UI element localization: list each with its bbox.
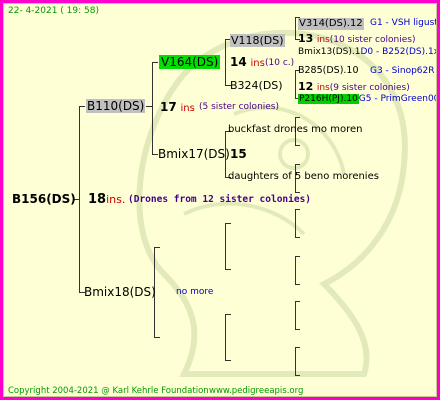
dam-node-name[interactable]: Bmix18(DS) bbox=[84, 286, 156, 298]
b285-node-suffix: G3 - Sinop62R bbox=[370, 66, 435, 76]
connector bbox=[225, 314, 226, 360]
connector bbox=[295, 301, 300, 302]
dam-node-note: no more bbox=[176, 287, 214, 297]
connector bbox=[152, 62, 158, 63]
bmix17-drones-line: buckfast drones mo moren bbox=[228, 124, 363, 135]
v118-node-name[interactable]: V118(DS) bbox=[230, 34, 285, 47]
connector bbox=[295, 209, 296, 237]
connector bbox=[295, 301, 296, 329]
connector bbox=[295, 117, 300, 118]
v164-node-name[interactable]: V164(DS) bbox=[159, 55, 221, 69]
b285-mother-line: P216H(PJ).10G5 - PrimGreen00 bbox=[298, 94, 437, 104]
header-date: 22- 4-2021 ( 19: 58) bbox=[8, 6, 99, 16]
connector bbox=[295, 192, 300, 193]
b285-node-name[interactable]: B285(DS).10 bbox=[298, 66, 359, 76]
connector bbox=[225, 269, 231, 270]
v164-node-count: 14 ins bbox=[230, 55, 265, 69]
v314-node-suffix: G1 - VSH ligusti bbox=[370, 18, 437, 28]
connector bbox=[295, 284, 300, 285]
connector bbox=[295, 70, 296, 98]
bmix17-node-count: 15 bbox=[230, 147, 247, 161]
v314-node-name[interactable]: V314(DS).12 bbox=[298, 18, 364, 30]
connector bbox=[295, 329, 300, 330]
connector bbox=[152, 62, 153, 154]
root-node-count: 18ins. bbox=[88, 192, 126, 207]
connector bbox=[295, 256, 296, 284]
connector bbox=[225, 360, 231, 361]
footer-url[interactable]: www.pedigreeapis.org bbox=[209, 387, 303, 396]
sire-node-name[interactable]: B110(DS) bbox=[86, 99, 146, 113]
connector bbox=[295, 347, 296, 375]
connector bbox=[225, 39, 226, 85]
connector bbox=[154, 337, 160, 338]
connector bbox=[295, 145, 300, 146]
sire-node-count: 17 ins bbox=[160, 100, 195, 114]
connector bbox=[295, 17, 296, 39]
connector bbox=[295, 256, 300, 257]
b324-node-name[interactable]: B324(DS) bbox=[230, 80, 283, 91]
connector bbox=[79, 106, 85, 107]
sire-node-note: (5 sister colonies) bbox=[199, 102, 280, 112]
b285-node-count: 12 ins(9 sister colonies) bbox=[298, 80, 410, 93]
connector bbox=[295, 347, 300, 348]
root-node-note: (Drones from 12 sister colonies) bbox=[128, 194, 312, 205]
footer-copyright: Copyright 2004-2021 @ Karl Kehrle Founda… bbox=[8, 386, 209, 396]
v314-node-count: 13 ins(10 sister colonies) bbox=[298, 32, 416, 45]
connector bbox=[295, 237, 300, 238]
bmix17-node-name[interactable]: Bmix17(DS) bbox=[158, 148, 230, 160]
connector bbox=[295, 375, 300, 376]
connector bbox=[295, 164, 300, 165]
v314-mother-line: Bmix13(DS).1D0 - B252(DS).1x bbox=[298, 47, 437, 57]
connector bbox=[154, 247, 160, 248]
connector bbox=[225, 314, 231, 315]
connector bbox=[295, 209, 300, 210]
connector bbox=[79, 106, 80, 292]
bmix17-daughters-line: daughters of 5 beno morenies bbox=[228, 171, 379, 182]
v164-node-note: (10 c.) bbox=[265, 58, 295, 68]
connector bbox=[225, 223, 231, 224]
root-node-name[interactable]: B156(DS) bbox=[12, 193, 76, 205]
pedigree-frame: 22- 4-2021 ( 19: 58) Copyright 2004-2021… bbox=[3, 3, 437, 397]
connector bbox=[146, 106, 152, 107]
connector bbox=[225, 223, 226, 269]
